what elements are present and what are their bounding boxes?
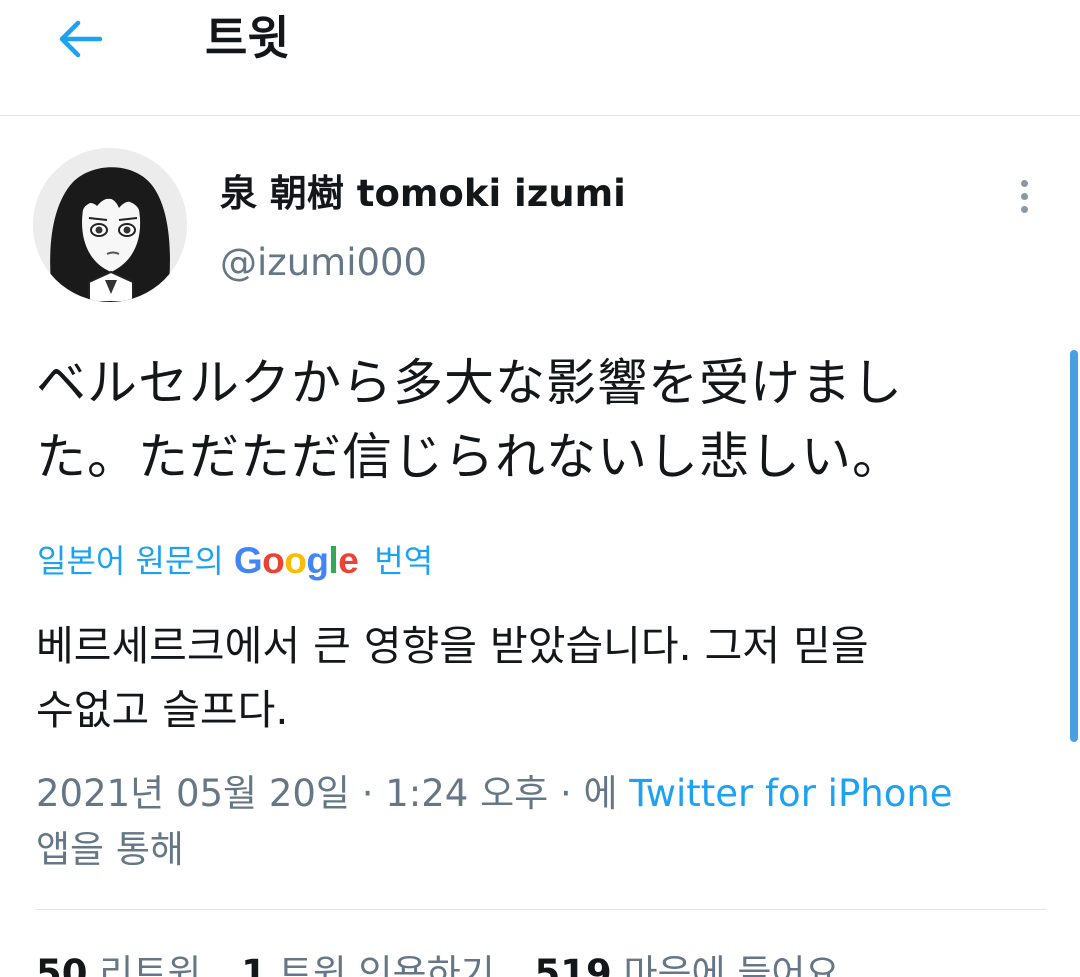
- more-vertical-icon-dot: [1020, 192, 1028, 200]
- tweet-detail-screen: 트윗 泉 朝樹 tomoki izumi @izumi000 ベルセルクから多大…: [0, 0, 1080, 977]
- author-handle[interactable]: @izumi000: [220, 237, 427, 289]
- retweets-stat[interactable]: 50 리트윗: [36, 952, 201, 977]
- translation-prefix: 일본어 원문의: [37, 542, 224, 580]
- avatar[interactable]: [33, 148, 187, 302]
- tweet-text-line: た。ただただ信じられないし悲しい。: [36, 428, 903, 486]
- translation-suffix: 번역: [374, 542, 434, 580]
- retweets-count: 50: [36, 952, 88, 977]
- likes-count: 519: [534, 952, 612, 977]
- retweets-label: 리트윗: [99, 952, 202, 977]
- manga-girl-avatar: [33, 148, 187, 302]
- tweet-stats: 50 리트윗 1 트윗 인용하기 519 마음에 들어요: [36, 948, 867, 977]
- quotes-count: 1: [241, 952, 267, 977]
- quotes-stat[interactable]: 1 트윗 인용하기: [241, 952, 495, 977]
- tweet-text: ベルセルクから多大な影響を受けまし た。ただただ信じられないし悲しい。: [36, 346, 1046, 494]
- author-name[interactable]: 泉 朝樹 tomoki izumi: [220, 168, 626, 220]
- more-vertical-icon: [1020, 179, 1028, 187]
- top-bar: 트윗: [0, 0, 1080, 116]
- likes-label: 마음에 들어요: [623, 952, 840, 977]
- tweet-meta: 2021년 05월 20일 · 1:24 오후 · 에 Twitter for …: [36, 766, 1036, 878]
- back-button[interactable]: [40, 4, 120, 74]
- divider: [36, 909, 1046, 910]
- tweet-timestamp: 2021년 05월 20일 · 1:24 오후 · 에: [36, 772, 630, 815]
- arrow-left-icon: [59, 20, 103, 58]
- likes-stat[interactable]: 519 마음에 들어요: [534, 952, 839, 977]
- translation-attribution[interactable]: 일본어 원문의 Google 번역: [37, 537, 433, 585]
- more-options-button[interactable]: [1002, 172, 1046, 220]
- translated-text-line: 수없고 슬프다.: [36, 686, 289, 734]
- more-vertical-icon-dot: [1020, 205, 1028, 213]
- source-link[interactable]: Twitter for iPhone: [629, 772, 952, 815]
- scrollbar[interactable]: [1070, 350, 1078, 742]
- page-title: 트윗: [205, 11, 290, 65]
- google-logo: Google: [233, 540, 359, 581]
- source-suffix: 앱을 통해: [36, 828, 184, 871]
- translated-text: 베르세르크에서 큰 영향을 받았습니다. 그저 믿을 수없고 슬프다.: [36, 614, 1046, 742]
- quotes-label: 트윗 인용하기: [278, 952, 495, 977]
- translated-text-line: 베르세르크에서 큰 영향을 받았습니다. 그저 믿을: [36, 622, 869, 670]
- tweet-text-line: ベルセルクから多大な影響を受けまし: [36, 354, 903, 412]
